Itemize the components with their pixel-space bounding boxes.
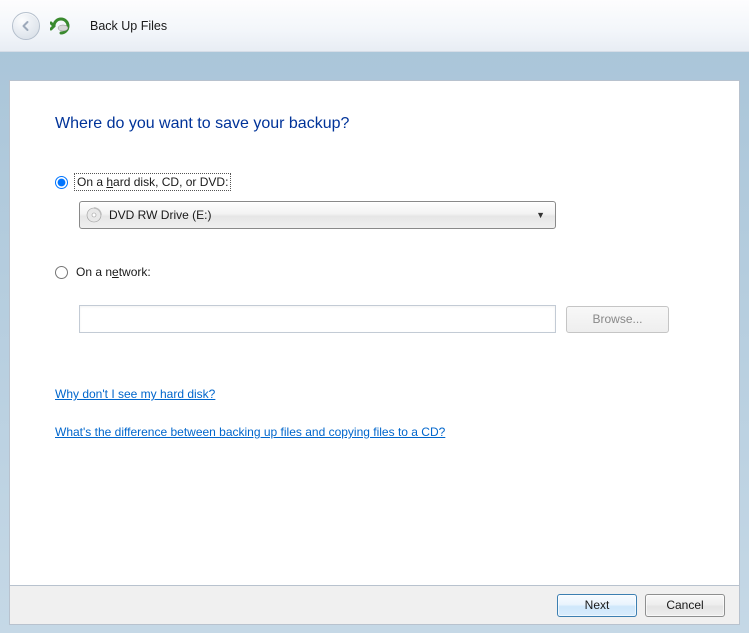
browse-button[interactable]: Browse...	[566, 306, 669, 333]
option-disk-radio[interactable]	[55, 176, 68, 189]
option-network-row: On a network:	[55, 265, 694, 279]
network-path-input[interactable]	[79, 305, 556, 333]
option-disk-label[interactable]: On a hard disk, CD, or DVD:	[76, 175, 229, 189]
option-disk-row: On a hard disk, CD, or DVD:	[55, 175, 694, 189]
back-button[interactable]	[12, 12, 40, 40]
option-network-radio[interactable]	[55, 266, 68, 279]
content-panel: Where do you want to save your backup? O…	[9, 80, 740, 585]
drive-select-value: DVD RW Drive (E:)	[109, 208, 536, 222]
chevron-down-icon: ▼	[536, 210, 549, 220]
drive-select[interactable]: DVD RW Drive (E:) ▼	[79, 201, 556, 229]
wizard-footer: Next Cancel	[9, 585, 740, 625]
page-heading: Where do you want to save your backup?	[55, 115, 694, 133]
wizard-header: Back Up Files	[0, 0, 749, 52]
backup-icon	[50, 15, 72, 37]
link-backup-vs-copy[interactable]: What's the difference between backing up…	[55, 425, 445, 439]
wizard-title: Back Up Files	[90, 19, 167, 33]
link-why-no-disk[interactable]: Why don't I see my hard disk?	[55, 387, 215, 401]
option-network-label[interactable]: On a network:	[76, 265, 151, 279]
cancel-button[interactable]: Cancel	[645, 594, 725, 617]
arrow-left-icon	[19, 19, 33, 33]
next-button[interactable]: Next	[557, 594, 637, 617]
disc-icon	[86, 207, 102, 223]
